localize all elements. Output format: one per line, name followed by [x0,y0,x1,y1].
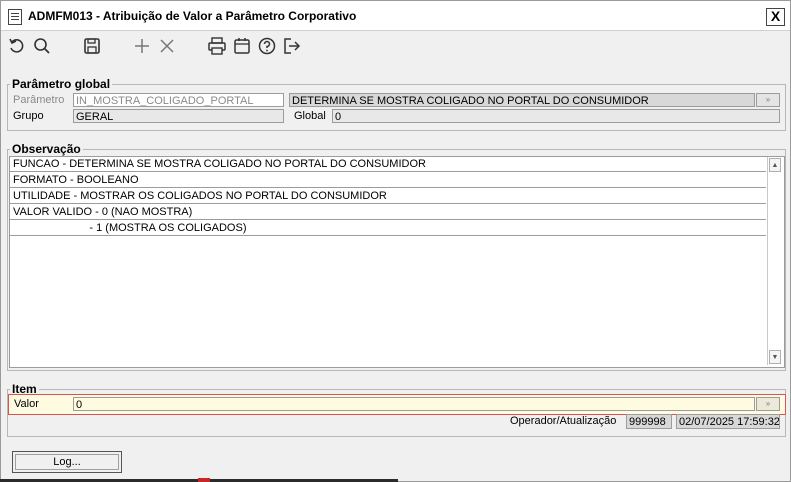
save-icon[interactable] [82,36,102,56]
delete-icon[interactable] [157,36,177,56]
parametro-description-field: DETERMINA SE MOSTRA COLIGADO NO PORTAL D… [289,93,755,107]
log-button[interactable]: Log... [12,451,122,473]
document-icon [8,9,22,25]
parametro-lookup-button[interactable]: » [756,93,780,107]
close-button[interactable]: X [766,8,785,26]
valor-field[interactable]: 0 [73,397,755,411]
atualizacao-field: 02/07/2025 17:59:32 [676,414,780,429]
observacao-line: UTILIDADE - MOSTRAR OS COLIGADOS NO PORT… [10,189,766,204]
observacao-line: VALOR VALIDO - 0 (NAO MOSTRA) [10,205,766,220]
valor-label: Valor [14,398,39,410]
observacao-line: FUNCAO - DETERMINA SE MOSTRA COLIGADO NO… [10,157,766,172]
global-field: 0 [332,109,780,123]
observacao-scrollbar[interactable]: ▲ ▼ [767,157,783,365]
help-icon[interactable] [257,36,277,56]
parametro-field[interactable]: IN_MOSTRA_COLIGADO_PORTAL [73,93,284,107]
global-label: Global [294,110,326,122]
valor-row: Valor 0 » [8,394,786,415]
scroll-down-icon[interactable]: ▼ [769,350,781,364]
window-title: ADMFM013 - Atribuição de Valor a Parâmet… [28,9,357,23]
toolbar [1,31,790,63]
operador-field: 999998 [626,414,672,429]
print-icon[interactable] [207,36,227,56]
notification-badge [198,478,210,482]
parametro-global-legend: Parâmetro global [12,77,111,91]
undo-icon[interactable] [7,36,27,56]
observacao-line: - 1 (MOSTRA OS COLIGADOS) [10,221,766,236]
grupo-field: GERAL [73,109,284,123]
add-icon[interactable] [132,36,152,56]
observacao-legend: Observação [12,142,81,156]
operador-label: Operador/Atualização [510,415,617,427]
main-window: ADMFM013 - Atribuição de Valor a Parâmet… [0,0,791,482]
parametro-label: Parâmetro [13,94,65,106]
exit-icon[interactable] [282,36,302,56]
valor-lookup-button[interactable]: » [756,397,780,411]
observacao-list[interactable]: FUNCAO - DETERMINA SE MOSTRA COLIGADO NO… [9,156,785,368]
scroll-up-icon[interactable]: ▲ [769,158,781,172]
grupo-label: Grupo [13,110,44,122]
title-bar: ADMFM013 - Atribuição de Valor a Parâmet… [1,1,790,31]
search-icon[interactable] [32,36,52,56]
observacao-line: FORMATO - BOOLEANO [10,173,766,188]
calendar-icon[interactable] [232,36,252,56]
